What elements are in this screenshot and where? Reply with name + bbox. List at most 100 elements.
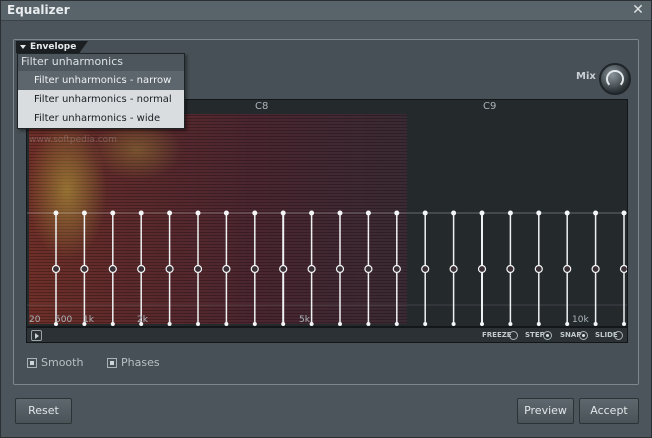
eq-band-handle bbox=[80, 264, 89, 274]
eq-band-top-handle bbox=[167, 210, 173, 216]
eq-band-bottom-handle bbox=[451, 322, 456, 326]
close-icon[interactable]: ✕ bbox=[630, 2, 646, 18]
eq-band-handle bbox=[335, 264, 345, 274]
slide-toggle[interactable] bbox=[614, 331, 623, 340]
hz-label: 2k bbox=[137, 315, 148, 325]
eq-band-bottom-handle bbox=[281, 322, 286, 326]
eq-band-handle bbox=[307, 264, 316, 274]
menu-item-narrow[interactable]: Filter unharmonics - narrow bbox=[18, 71, 184, 90]
smooth-label: Smooth bbox=[41, 356, 84, 369]
phases-checkbox[interactable]: Phases bbox=[107, 356, 160, 369]
eq-band-handle bbox=[591, 264, 600, 274]
eq-band-top-handle bbox=[81, 210, 87, 216]
eq-band-bottom-handle bbox=[536, 322, 541, 326]
spectrum-svg bbox=[27, 114, 627, 326]
eq-band-top-handle bbox=[593, 210, 599, 216]
step-toggle[interactable] bbox=[543, 331, 552, 340]
eq-band-top-handle bbox=[536, 210, 542, 216]
title-bar: Equalizer ✕ bbox=[1, 1, 651, 21]
eq-band-handle bbox=[563, 264, 572, 274]
eq-band-top-handle bbox=[223, 210, 229, 216]
eq-band-handle bbox=[279, 264, 288, 274]
eq-band-handle bbox=[165, 264, 174, 274]
eq-band-bottom-handle bbox=[480, 322, 484, 326]
eq-band-handle bbox=[619, 264, 627, 274]
eq-band-top-handle bbox=[53, 210, 59, 216]
eq-band-handle bbox=[364, 264, 373, 274]
smooth-checkbox[interactable]: Smooth bbox=[27, 356, 83, 369]
hz-label: 500 bbox=[55, 315, 73, 325]
eq-band-top-handle bbox=[564, 210, 570, 216]
play-icon[interactable] bbox=[31, 330, 42, 341]
eq-band-bottom-handle bbox=[224, 322, 229, 326]
eq-band-handle bbox=[477, 264, 487, 274]
eq-band-bottom-handle bbox=[565, 322, 570, 326]
spectrogram-highlight bbox=[92, 120, 182, 180]
eq-band-top-handle bbox=[621, 210, 627, 216]
triangle-down-icon bbox=[20, 44, 26, 49]
eq-band-bottom-handle bbox=[196, 322, 200, 326]
eq-band-top-handle bbox=[138, 210, 144, 216]
eq-band-bottom-handle bbox=[338, 322, 342, 326]
phases-label: Phases bbox=[121, 356, 160, 369]
eq-band-top-handle bbox=[479, 210, 485, 216]
eq-band-bottom-handle bbox=[252, 322, 257, 326]
eq-band-top-handle bbox=[252, 210, 258, 216]
hz-label: 20 bbox=[29, 315, 41, 325]
graph-toolbar: FREEZE STEP SNAP SLIDE bbox=[26, 327, 628, 343]
eq-band-bottom-handle bbox=[423, 322, 428, 326]
menu-item-wide[interactable]: Filter unharmonics - wide bbox=[18, 109, 184, 128]
mix-label: Mix bbox=[576, 71, 596, 82]
eq-band-handle bbox=[108, 264, 117, 274]
spectrum-graph[interactable]: C8 C9 20 500 1k 2k 5k 10k bbox=[26, 99, 628, 327]
eq-band-top-handle bbox=[365, 210, 371, 216]
eq-band-handle bbox=[392, 264, 401, 274]
eq-band-bottom-handle bbox=[622, 322, 626, 326]
hz-label: 5k bbox=[299, 315, 310, 325]
freeze-toggle[interactable] bbox=[509, 331, 518, 340]
eq-band-top-handle bbox=[451, 210, 457, 216]
envelope-tab-label: Envelope bbox=[30, 42, 77, 52]
mix-knob[interactable] bbox=[599, 63, 631, 95]
eq-band-top-handle bbox=[394, 210, 400, 216]
eq-band-top-handle bbox=[337, 210, 343, 216]
note-label-c8: C8 bbox=[255, 101, 269, 112]
eq-band-handle bbox=[506, 264, 515, 274]
eq-band-bottom-handle bbox=[110, 322, 115, 326]
step-label: STEP bbox=[525, 331, 545, 339]
eq-band-bottom-handle bbox=[309, 322, 314, 326]
eq-band-top-handle bbox=[422, 210, 428, 216]
equalizer-window: Equalizer ✕ Envelope Mix C8 C9 20 500 1k… bbox=[0, 0, 652, 438]
eq-band-handle bbox=[421, 264, 430, 274]
eq-band-bottom-handle bbox=[508, 322, 513, 326]
eq-band-top-handle bbox=[280, 210, 286, 216]
reset-button[interactable]: Reset bbox=[15, 398, 72, 424]
envelope-preset-menu: Filter unharmonics Filter unharmonics - … bbox=[17, 53, 185, 129]
hz-label: 1k bbox=[83, 315, 94, 325]
eq-band-top-handle bbox=[110, 210, 116, 216]
eq-band-handle bbox=[250, 264, 259, 274]
eq-band-bottom-handle bbox=[593, 322, 598, 326]
watermark-text: www.softpedia.com bbox=[29, 135, 117, 145]
freeze-label: FREEZE bbox=[482, 331, 512, 339]
preview-button[interactable]: Preview bbox=[517, 398, 574, 424]
accept-button[interactable]: Accept bbox=[579, 398, 639, 424]
checkbox-icon bbox=[27, 357, 37, 368]
menu-header: Filter unharmonics bbox=[18, 54, 184, 71]
eq-band-handle bbox=[193, 264, 203, 274]
eq-band-bottom-handle bbox=[394, 322, 399, 326]
snap-toggle[interactable] bbox=[579, 331, 588, 340]
eq-band-handle bbox=[51, 264, 61, 274]
eq-band-top-handle bbox=[195, 210, 201, 216]
note-label-c9: C9 bbox=[483, 101, 497, 112]
eq-band-top-handle bbox=[507, 210, 513, 216]
knob-ring-icon bbox=[606, 70, 624, 88]
eq-band-handle bbox=[222, 264, 231, 274]
menu-item-normal[interactable]: Filter unharmonics - normal bbox=[18, 90, 184, 109]
hz-label: 10k bbox=[572, 315, 589, 325]
checkbox-icon bbox=[107, 357, 117, 368]
window-title: Equalizer bbox=[7, 3, 70, 17]
eq-band-handle bbox=[137, 264, 146, 274]
envelope-tab[interactable]: Envelope bbox=[16, 41, 88, 53]
eq-band-handle bbox=[534, 264, 543, 274]
